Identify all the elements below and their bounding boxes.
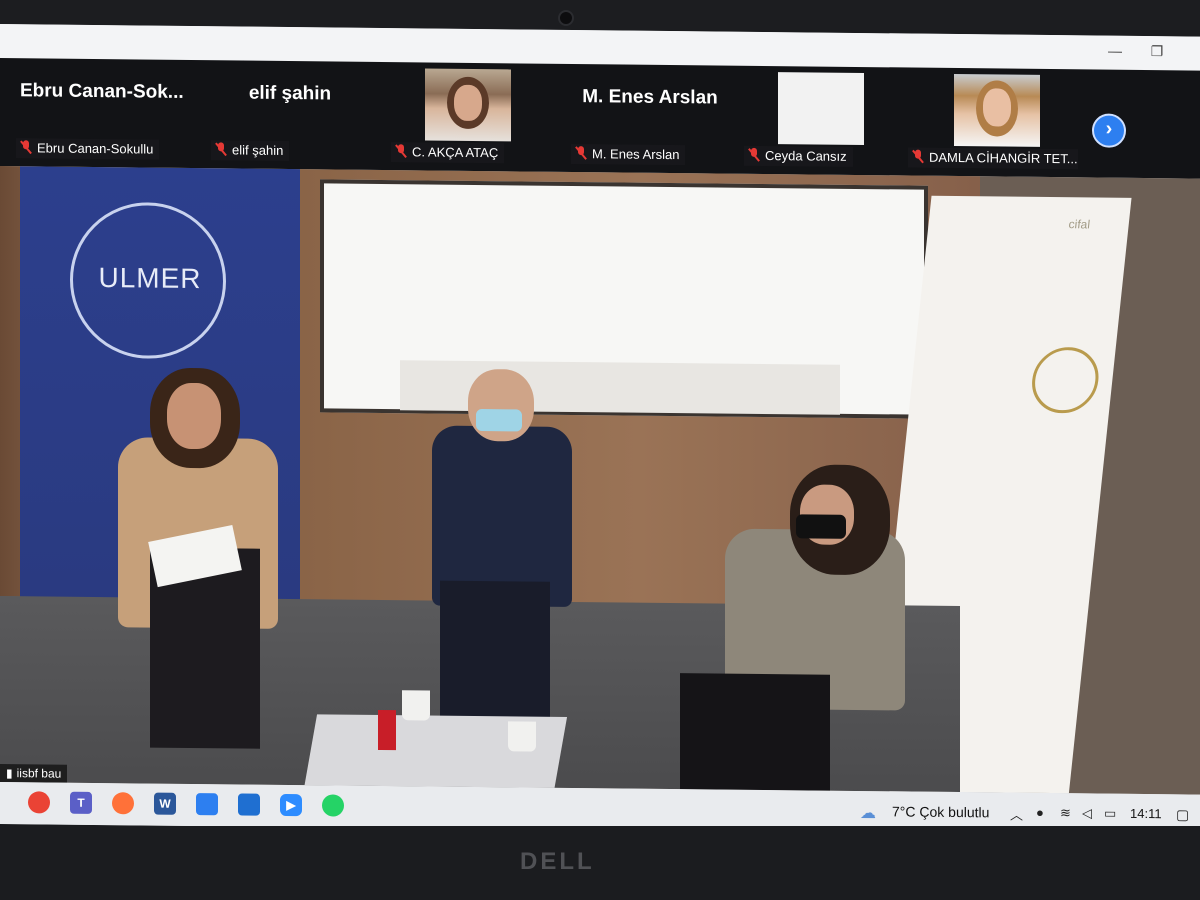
participant-label-text: DAMLA CİHANGİR TET... <box>929 149 1078 167</box>
signal-icon: ▮ <box>6 766 13 781</box>
photos-icon[interactable] <box>238 793 260 816</box>
restore-icon[interactable]: ❐ <box>1150 43 1164 59</box>
globe-icon <box>1028 346 1102 414</box>
volume-icon[interactable]: ◁ <box>1082 805 1092 821</box>
participant-tile[interactable]: C. AKÇA ATAÇ <box>385 68 555 164</box>
cup <box>402 690 430 721</box>
participant-tile[interactable]: elif şahin elif şahin <box>205 66 375 162</box>
active-speaker-text: iisbf bau <box>16 766 62 781</box>
participant-label: DAMLA CİHANGİR TET... <box>908 147 1078 170</box>
participant-tile[interactable]: Ebru Canan-Sok... Ebru Canan-Sokullu <box>10 64 184 160</box>
mic-muted-icon <box>215 142 227 156</box>
face-mask <box>796 514 846 539</box>
brand-logo: DELL <box>520 848 595 875</box>
weather-icon: ☁ <box>860 805 876 823</box>
participant-label-text: Ebru Canan-Sokullu <box>37 140 154 157</box>
zoom-icon[interactable]: ▶ <box>280 793 302 817</box>
flag <box>378 709 396 751</box>
participant-label: Ebru Canan-Sokullu <box>16 138 160 160</box>
participant-gallery: Ebru Canan-Sok... Ebru Canan-Sokullu eli… <box>0 58 1200 179</box>
wifi-icon[interactable]: ≋ <box>1060 805 1071 821</box>
clock[interactable]: 14:11 <box>1130 806 1162 821</box>
cup <box>508 721 536 752</box>
mic-muted-icon <box>395 144 407 158</box>
mic-muted-icon <box>912 150 924 164</box>
microphone-icon[interactable]: ● <box>1036 805 1044 820</box>
weather-text[interactable]: 7°C Çok bulutlu <box>892 803 989 820</box>
chevron-up-icon[interactable]: ︿ <box>1010 805 1023 824</box>
participant-name-large: Ebru Canan-Sok... <box>20 80 184 103</box>
main-video: ULMER cifal ▮ iisbf bau <box>0 166 1200 795</box>
battery-icon[interactable]: ▭ <box>1104 806 1116 822</box>
participant-name-large: elif şahin <box>248 82 332 105</box>
webcam <box>558 10 574 26</box>
participant-label: Ceyda Cansız <box>744 145 853 167</box>
chrome-icon[interactable] <box>28 791 50 814</box>
laptop-bezel-bottom: DELL <box>0 826 1200 900</box>
word-icon[interactable]: W <box>154 792 176 815</box>
minimize-icon[interactable]: — <box>1108 43 1122 59</box>
participant-tile[interactable]: DAMLA CİHANGİR TET... <box>908 73 1078 170</box>
mic-muted-icon <box>748 148 760 162</box>
participant-video-thumbnail <box>778 72 864 146</box>
laptop-screen: — ❐ Ebru Canan-Sok... Ebru Canan-Sokullu… <box>0 24 1200 837</box>
projection-screen-lower <box>400 360 840 415</box>
face-mask <box>476 408 522 432</box>
participant-label-text: M. Enes Arslan <box>592 146 680 163</box>
sponsor-logo-text: cifal <box>1067 217 1091 232</box>
teams-icon[interactable]: T <box>70 791 92 814</box>
mic-muted-icon <box>20 140 32 154</box>
participant-video-thumbnail <box>954 73 1040 147</box>
participant-label: C. AKÇA ATAÇ <box>391 142 505 164</box>
participant-name-large: M. Enes Arslan <box>582 86 718 109</box>
calendar-icon[interactable] <box>196 793 218 816</box>
speaker-right-legs <box>680 673 830 795</box>
banner-text: ULMER <box>98 262 202 295</box>
whatsapp-icon[interactable] <box>322 794 344 817</box>
participant-label-text: C. AKÇA ATAÇ <box>412 144 499 161</box>
participant-tile[interactable]: M. Enes Arslan M. Enes Arslan <box>565 70 735 166</box>
mic-muted-icon <box>575 146 587 160</box>
firefox-icon[interactable] <box>112 792 134 815</box>
participant-label-text: Ceyda Cansız <box>765 148 847 164</box>
speaker-left-face <box>167 382 221 450</box>
participant-video-thumbnail <box>425 68 511 142</box>
participant-label: elif şahin <box>211 140 290 162</box>
active-speaker-label: ▮ iisbf bau <box>0 764 68 783</box>
participant-label-text: elif şahin <box>232 142 284 158</box>
chevron-right-icon: › <box>1105 117 1113 140</box>
participant-tile[interactable]: Ceyda Cansız <box>738 72 908 168</box>
participant-label: M. Enes Arslan <box>571 143 686 166</box>
notification-icon[interactable]: ▢ <box>1176 806 1189 823</box>
next-page-button[interactable]: › <box>1092 113 1126 148</box>
